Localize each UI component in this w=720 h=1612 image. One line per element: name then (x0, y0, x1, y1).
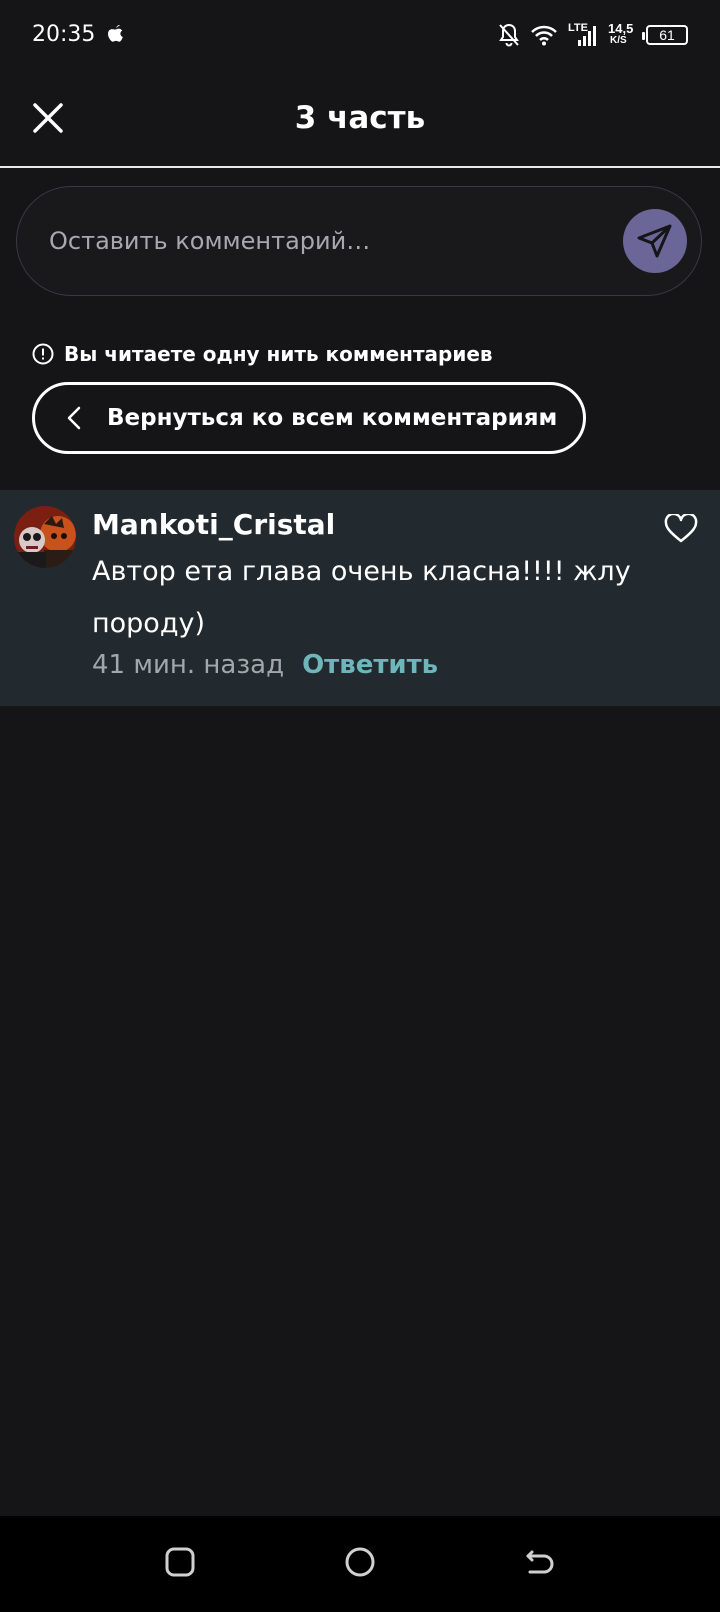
header-divider (0, 166, 720, 168)
network-speed: 14,5 K/S (606, 21, 636, 49)
back-to-all-comments-button[interactable]: Вернуться ко всем комментариям (32, 382, 586, 454)
page-title: 3 часть (294, 100, 426, 136)
speed-unit: K/S (610, 35, 627, 46)
status-time: 20:35 (32, 22, 96, 47)
circle-icon[interactable] (344, 1546, 376, 1578)
comment-meta: 41 мин. назад Ответить (92, 650, 438, 680)
wifi-icon (531, 25, 557, 46)
send-button[interactable] (623, 209, 687, 273)
bell-off-icon (499, 23, 519, 47)
battery-level: 61 (659, 27, 675, 43)
info-icon (32, 343, 54, 365)
signal-icon (578, 26, 596, 46)
cell-signal: LTE (568, 22, 596, 48)
speed-value: 14,5 (608, 21, 634, 36)
battery-cap (642, 32, 645, 40)
comment-text: Автор ета глава очень класна!!!! жлу пор… (92, 556, 631, 639)
send-icon (637, 224, 672, 258)
comment-input-placeholder: Оставить комментарий… (49, 227, 371, 255)
thread-notice-text: Вы читаете одну нить комментариев (64, 342, 493, 366)
comment-timestamp: 41 мин. назад (92, 650, 285, 680)
status-icons: LTE 14,5 K/S 61 (498, 20, 688, 50)
status-bar: 20:35 LTE 14,5 K/S 61 (0, 0, 720, 72)
comment-item: Mankoti_Cristal Автор ета глава очень кл… (0, 490, 720, 706)
avatar[interactable] (14, 506, 76, 568)
back-arrow-icon[interactable] (524, 1546, 556, 1578)
back-button-label: Вернуться ко всем комментариям (107, 405, 558, 431)
comment-input-field[interactable]: Оставить комментарий… (16, 186, 702, 296)
system-nav-bar (0, 1516, 720, 1612)
chevron-left-icon (67, 406, 81, 430)
apple-icon (108, 25, 123, 42)
battery-icon: 61 (642, 25, 688, 45)
heart-icon[interactable] (664, 514, 698, 544)
reply-button[interactable]: Ответить (302, 650, 438, 680)
thread-notice: Вы читаете одну нить комментариев (32, 342, 493, 366)
comment-username[interactable]: Mankoti_Cristal (92, 508, 335, 541)
square-icon[interactable] (164, 1546, 196, 1578)
header: 3 часть (0, 72, 720, 168)
